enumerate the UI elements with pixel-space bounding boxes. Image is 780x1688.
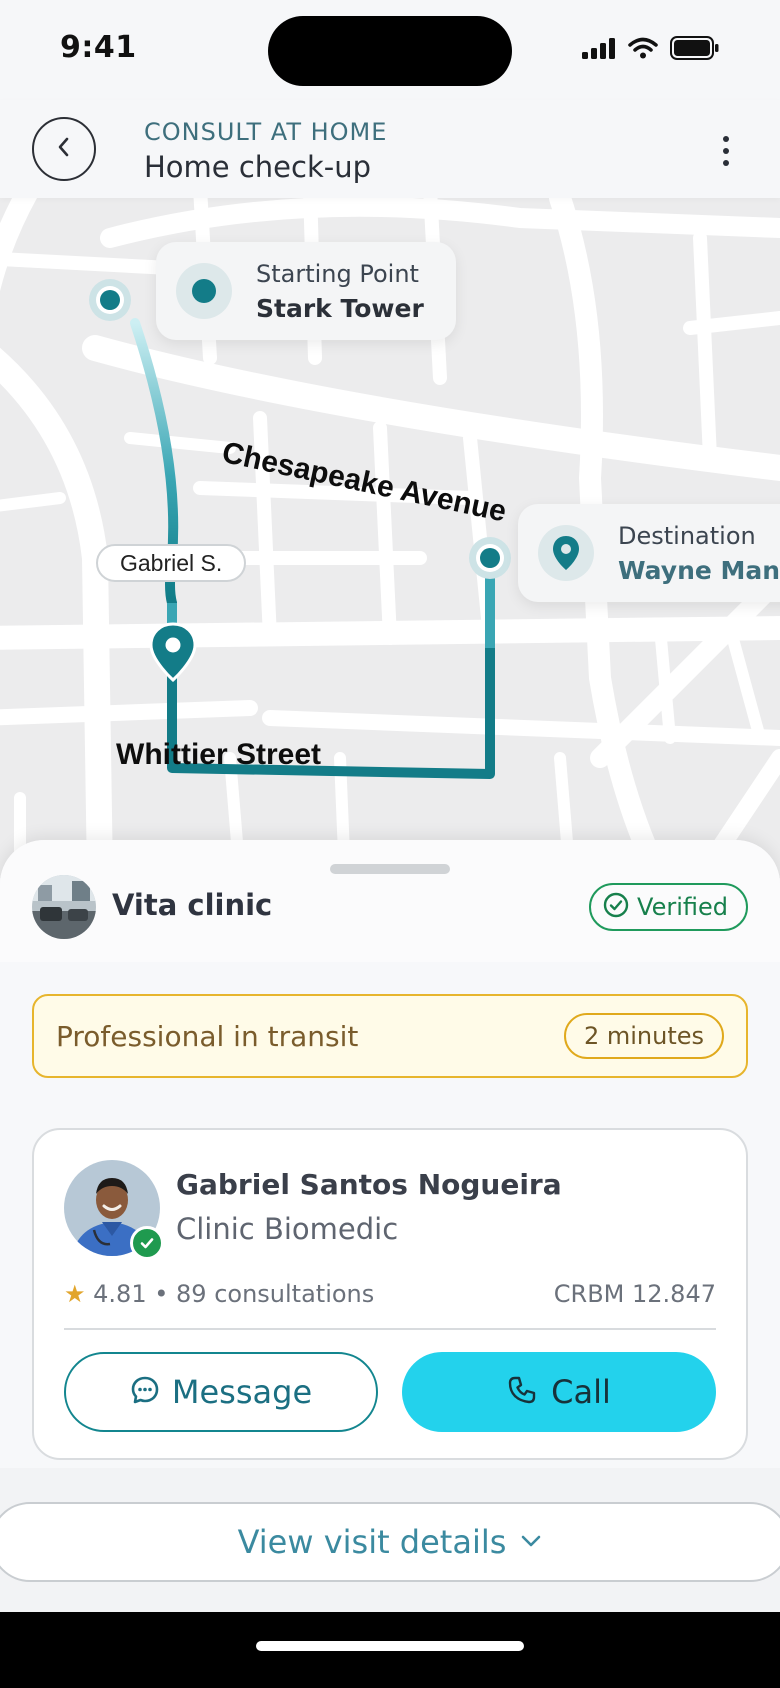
starting-point-value: Stark Tower	[256, 293, 424, 323]
back-button[interactable]	[32, 117, 96, 181]
destination-label: Destination	[618, 521, 756, 550]
starting-point-label: Starting Point	[256, 259, 419, 288]
professional-name: Gabriel Santos Nogueira	[176, 1168, 562, 1201]
more-options-button[interactable]	[716, 136, 736, 166]
clinic-name: Vita clinic	[112, 888, 273, 922]
battery-icon	[670, 36, 720, 64]
rating-value: 4.81	[93, 1280, 147, 1308]
destination-value: Wayne Manor	[618, 555, 780, 585]
starting-point-card[interactable]: Starting Point Stark Tower	[156, 242, 456, 340]
clinic-avatar	[32, 875, 96, 939]
view-visit-details-label: View visit details	[237, 1523, 507, 1561]
professional-organization: Clinic Biomedic	[176, 1212, 399, 1246]
star-icon: ★	[64, 1280, 86, 1308]
call-button[interactable]: Call	[402, 1352, 716, 1432]
verified-check-icon	[130, 1226, 164, 1260]
destination-card[interactable]: Destination Wayne Manor	[518, 504, 780, 602]
header-eyebrow: CONSULT AT HOME	[144, 118, 388, 146]
divider	[64, 1328, 716, 1330]
professional-rating: ★ 4.81 • 89 consultations	[64, 1280, 374, 1308]
chevron-down-icon	[520, 1533, 542, 1552]
start-marker-icon[interactable]	[88, 278, 132, 322]
page-title: Home check-up	[144, 150, 372, 184]
consultations-count: 89 consultations	[176, 1280, 375, 1308]
dot	[723, 136, 729, 142]
bottom-sheet: Vita clinic Verified Professional in tra…	[0, 840, 780, 1688]
transit-status-banner: Professional in transit 2 minutes	[32, 994, 748, 1078]
professional-card: Gabriel Santos Nogueira Clinic Biomedic …	[32, 1128, 748, 1460]
status-icons	[582, 36, 720, 64]
message-button-label: Message	[171, 1373, 313, 1411]
wifi-icon	[628, 37, 658, 63]
bullet-separator: •	[154, 1280, 169, 1308]
home-indicator[interactable]	[256, 1641, 524, 1651]
chat-bubble-icon	[130, 1375, 160, 1409]
dynamic-island	[268, 16, 512, 86]
destination-marker-icon[interactable]	[468, 536, 512, 580]
verified-label: Verified	[637, 893, 728, 921]
call-button-label: Call	[551, 1373, 611, 1411]
app-header: CONSULT AT HOME Home check-up	[0, 100, 780, 198]
verified-badge: Verified	[589, 883, 748, 931]
sheet-grabber[interactable]	[330, 864, 450, 874]
location-pin-icon	[538, 525, 594, 581]
chevron-left-icon	[55, 136, 73, 162]
check-circle-icon	[603, 892, 629, 922]
driver-label-chip: Gabriel S.	[96, 544, 247, 582]
start-dot-icon	[176, 263, 232, 319]
clinic-header: Vita clinic Verified	[0, 840, 780, 962]
transit-status-label: Professional in transit	[56, 1020, 359, 1053]
cellular-signal-icon	[582, 37, 616, 63]
status-time: 9:41	[60, 30, 137, 65]
street-label-whittier: Whittier Street	[116, 738, 322, 771]
message-button[interactable]: Message	[64, 1352, 378, 1432]
professional-license: CRBM 12.847	[553, 1280, 716, 1308]
status-bar: 9:41	[0, 0, 780, 100]
dot	[723, 148, 729, 154]
route-map[interactable]: Chesapeake Avenue Whittier Street Gabrie…	[0, 198, 780, 878]
phone-icon	[507, 1375, 537, 1409]
dot	[723, 160, 729, 166]
professional-location-pin-icon[interactable]	[148, 622, 198, 684]
view-visit-details-button[interactable]: View visit details	[0, 1502, 780, 1582]
eta-badge: 2 minutes	[563, 1013, 724, 1059]
